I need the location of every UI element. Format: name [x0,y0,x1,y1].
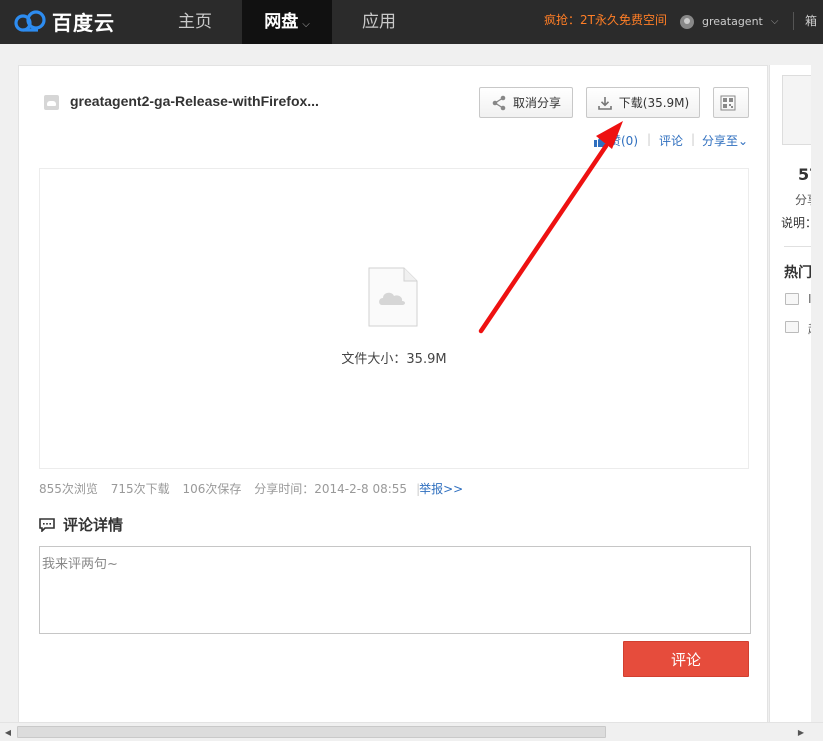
download-count: 715次下载 [110,482,170,496]
qr-code-button[interactable] [713,87,749,118]
comment-bubble-icon [39,517,55,532]
save-count: 106次保存 [182,482,242,496]
thumbs-up-icon [594,134,607,147]
scrollbar-thumb[interactable] [17,726,606,738]
top-navigation-bar: 百度云 主页 网盘 ⌵ 应用 疯抢：2T永久免费空间 greatagent ⌵ 箱 [0,0,823,44]
view-count: 855次浏览 [39,482,98,496]
share-file-card: greatagent2-ga-Release-withFirefox... 取消… [18,65,768,730]
file-preview-area: 文件大小：35.9M [39,168,749,469]
submit-comment-button[interactable]: 评论 [623,641,749,677]
logo-text: 百度云 [52,10,115,35]
share-stats: 855次浏览 715次下载 106次保存 分享时间：2014-2-8 08:55… [39,480,472,497]
file-icon [785,293,799,305]
nav-divider [793,12,794,30]
action-divider: | [647,132,652,146]
nav-item-home[interactable]: 主页 [150,0,240,44]
nav-item-mailbox[interactable]: 箱 [805,12,817,29]
file-type-icon [44,95,59,110]
scroll-right-arrow-icon[interactable]: ▶ [793,724,809,740]
like-link[interactable]: 赞(0) [593,132,638,149]
cancel-share-button[interactable]: 取消分享 [479,87,573,118]
chevron-down-icon: ⌵ [302,19,310,30]
comment-link[interactable]: 评论 [659,132,683,149]
user-avatar-icon [680,15,694,29]
report-link[interactable]: 举报>> [419,482,463,496]
vertical-scrollbar[interactable] [811,44,823,730]
scroll-left-arrow-icon[interactable]: ◀ [0,724,16,740]
share-time: 分享时间：2014-2-8 08:55 [254,482,408,496]
promo-link[interactable]: 疯抢：2T永久免费空间 [544,0,667,44]
chevron-down-icon: ⌵ [770,16,779,27]
hot-heading: 热门 [784,265,812,281]
cloud-logo-icon [14,10,46,32]
file-title: greatagent2-ga-Release-withFirefox... [70,93,319,109]
nav-item-netdisk[interactable]: 网盘 ⌵ [242,0,332,44]
comments-heading: 评论详情 [39,514,123,535]
baidu-cloud-logo[interactable]: 百度云 [12,6,115,36]
qr-code-icon [720,95,736,110]
nav-item-apps[interactable]: 应用 [334,0,424,44]
user-menu[interactable]: greatagent ⌵ [680,0,778,44]
action-divider: | [691,132,696,146]
file-icon [785,321,799,333]
document-cloud-icon [368,267,418,327]
horizontal-scrollbar[interactable]: ◀ ▶ [0,722,823,741]
share-icon [492,95,506,110]
download-button[interactable]: 下载(35.9M) [586,87,700,118]
download-icon [597,96,612,110]
username: greatagent [702,15,763,28]
comment-input[interactable] [39,546,751,634]
file-size-label: 文件大小：35.9M [341,352,447,367]
share-to-dropdown[interactable]: 分享至⌄ [702,132,748,149]
